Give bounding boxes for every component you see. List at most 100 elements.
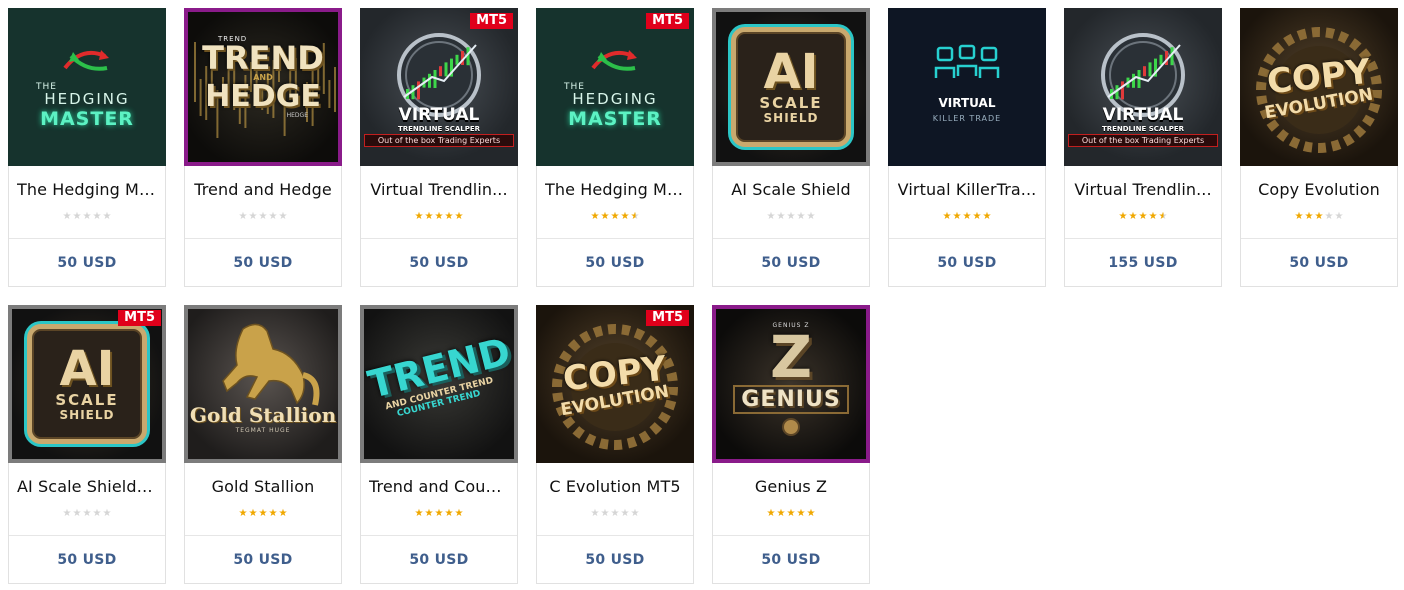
product-name[interactable]: Trend and Hedge — [185, 166, 341, 212]
product-thumbnail[interactable]: AI SCALE SHIELD — [712, 8, 870, 166]
rating-stars: ★ ★ ★ ★ ★ — [185, 509, 341, 535]
product-thumbnail[interactable]: GENIUS Z Z GENIUS — [712, 305, 870, 463]
product-card[interactable]: Gold Stallion TEGMAT HUGE Gold Stallion … — [184, 305, 342, 584]
product-name-text[interactable]: Gold Stallion — [212, 477, 315, 496]
star-icon: ★ — [414, 211, 424, 222]
star-icon: ★ — [962, 211, 972, 222]
product-name-text[interactable]: The Hedging Ma... — [17, 180, 157, 199]
product-thumbnail[interactable]: AI SCALE SHIELD — [8, 305, 166, 463]
product-name-text[interactable]: Copy Evolution — [1258, 180, 1380, 199]
product-name-text[interactable]: Virtual KillerTra... — [898, 180, 1037, 199]
star-icon: ★ — [238, 508, 248, 519]
star-icon: ★ — [1158, 211, 1168, 222]
rating-stars: ★ ★ ★ ★ ★ — [185, 212, 341, 238]
star-icon: ★ — [610, 211, 620, 222]
product-price[interactable]: 50 USD — [185, 536, 341, 583]
star-icon: ★ — [434, 508, 444, 519]
product-card[interactable]: AI SCALE SHIELD MT5 AI Scale Shield ... … — [8, 305, 166, 584]
product-card[interactable]: THE HEDGING MASTER MT5 The Hedging Ma...… — [536, 8, 694, 287]
star-icon: ★ — [248, 508, 258, 519]
star-icon: ★ — [620, 508, 630, 519]
rating-stars: ★ ★ ★ ★ ★ — [1241, 212, 1397, 238]
thumb-text: GENIUS — [733, 385, 849, 414]
product-price[interactable]: 50 USD — [713, 239, 869, 286]
product-price[interactable]: 50 USD — [889, 239, 1045, 286]
product-card[interactable]: TREND TREND AND HEDGE HEDGE Trend and He… — [184, 8, 342, 287]
product-name[interactable]: Trend and Coun... — [361, 463, 517, 509]
thumb-text: SHIELD — [763, 111, 819, 125]
product-name-text[interactable]: The Hedging Ma... — [545, 180, 685, 199]
product-card[interactable]: VIRTUAL TRENDLINE SCALPER Out of the box… — [1064, 8, 1222, 287]
product-card[interactable]: VIRTUAL TRENDLINE SCALPER Out of the box… — [360, 8, 518, 287]
platform-badge: MT5 — [470, 13, 513, 29]
product-price[interactable]: 50 USD — [185, 239, 341, 286]
product-price[interactable]: 50 USD — [537, 536, 693, 583]
product-card[interactable]: GENIUS Z Z GENIUS Genius Z ★ ★ ★ ★ ★ 50 USD — [712, 305, 870, 584]
product-name-text[interactable]: AI Scale Shield ... — [17, 477, 157, 496]
thumb-text: AI — [763, 44, 819, 100]
product-price[interactable]: 50 USD — [537, 239, 693, 286]
thumb-text: Out of the box Trading Experts — [1068, 134, 1218, 147]
rating-stars: ★ ★ ★ ★ ★ — [713, 212, 869, 238]
product-price[interactable]: 50 USD — [361, 536, 517, 583]
product-price[interactable]: 50 USD — [361, 239, 517, 286]
product-card[interactable]: AI SCALE SHIELD AI Scale Shield ★ ★ ★ ★ ★ 50… — [712, 8, 870, 287]
product-card[interactable]: COPY EVOLUTION Copy Evolution ★ ★ ★ ★ ★ 50 U… — [1240, 8, 1398, 287]
product-name[interactable]: The Hedging Ma... — [537, 166, 693, 212]
product-card[interactable]: TREND AND COUNTER TREND COUNTER TREND Tr… — [360, 305, 518, 584]
product-name[interactable]: C Evolution MT5 — [537, 463, 693, 509]
product-thumbnail[interactable]: COPY EVOLUTION — [536, 305, 694, 463]
product-price[interactable]: 50 USD — [9, 536, 165, 583]
product-name-text[interactable]: Genius Z — [755, 477, 827, 496]
product-card[interactable]: VIRTUAL KILLER TRADE Virtual KillerTra..… — [888, 8, 1046, 287]
product-price[interactable]: 50 USD — [9, 239, 165, 286]
product-name[interactable]: AI Scale Shield ... — [9, 463, 165, 509]
product-name[interactable]: Gold Stallion — [185, 463, 341, 509]
product-name[interactable]: Virtual KillerTra... — [889, 166, 1045, 212]
star-icon: ★ — [92, 211, 102, 222]
thumb-text: SHIELD — [59, 408, 115, 422]
product-card[interactable]: THE HEDGING MASTER The Hedging Ma... ★ ★ ★… — [8, 8, 166, 287]
product-thumbnail[interactable]: THE HEDGING MASTER — [536, 8, 694, 166]
product-name-text[interactable]: AI Scale Shield — [731, 180, 851, 199]
star-icon: ★ — [454, 508, 464, 519]
product-name[interactable]: Genius Z — [713, 463, 869, 509]
star-icon: ★ — [590, 211, 600, 222]
star-icon: ★ — [278, 508, 288, 519]
product-price[interactable]: 50 USD — [1241, 239, 1397, 286]
product-thumbnail[interactable]: TREND TREND AND HEDGE HEDGE — [184, 8, 342, 166]
product-thumbnail[interactable]: COPY EVOLUTION — [1240, 8, 1398, 166]
product-name-text[interactable]: C Evolution MT5 — [549, 477, 680, 496]
product-name-text[interactable]: Virtual Trendlin... — [1074, 180, 1211, 199]
product-thumbnail[interactable]: VIRTUAL KILLER TRADE — [888, 8, 1046, 166]
star-icon: ★ — [806, 211, 816, 222]
product-name[interactable]: AI Scale Shield — [713, 166, 869, 212]
product-thumbnail[interactable]: VIRTUAL TRENDLINE SCALPER Out of the box… — [360, 8, 518, 166]
product-name[interactable]: Virtual Trendlin... — [1065, 166, 1221, 212]
star-icon: ★ — [776, 508, 786, 519]
robot-heads-icon — [934, 44, 1000, 78]
product-name-text[interactable]: Trend and Coun... — [369, 477, 509, 496]
rating-stars: ★ ★ ★ ★ ★ — [361, 509, 517, 535]
product-price[interactable]: 50 USD — [713, 536, 869, 583]
star-icon: ★ — [102, 508, 112, 519]
product-name-text[interactable]: Trend and Hedge — [194, 180, 332, 199]
star-icon: ★ — [424, 508, 434, 519]
platform-badge: MT5 — [118, 310, 161, 326]
product-price[interactable]: 155 USD — [1065, 239, 1221, 286]
product-name[interactable]: The Hedging Ma... — [9, 166, 165, 212]
product-thumbnail[interactable]: VIRTUAL TRENDLINE SCALPER Out of the box… — [1064, 8, 1222, 166]
product-thumbnail[interactable]: THE HEDGING MASTER — [8, 8, 166, 166]
product-name-text[interactable]: Virtual Trendlin... — [370, 180, 507, 199]
product-card[interactable]: COPY EVOLUTION MT5 C Evolution MT5 ★ ★ ★ ★ ★… — [536, 305, 694, 584]
star-icon: ★ — [1334, 211, 1344, 222]
star-icon: ★ — [82, 211, 92, 222]
product-thumbnail[interactable]: Gold Stallion TEGMAT HUGE — [184, 305, 342, 463]
star-icon: ★ — [72, 211, 82, 222]
product-name[interactable]: Virtual Trendlin... — [361, 166, 517, 212]
thumb-text: HEDGE — [205, 79, 321, 114]
thumb-text: HEDGE — [286, 112, 308, 119]
product-name[interactable]: Copy Evolution — [1241, 166, 1397, 212]
thumb-text: KILLER TRADE — [932, 113, 1002, 123]
product-thumbnail[interactable]: TREND AND COUNTER TREND COUNTER TREND — [360, 305, 518, 463]
